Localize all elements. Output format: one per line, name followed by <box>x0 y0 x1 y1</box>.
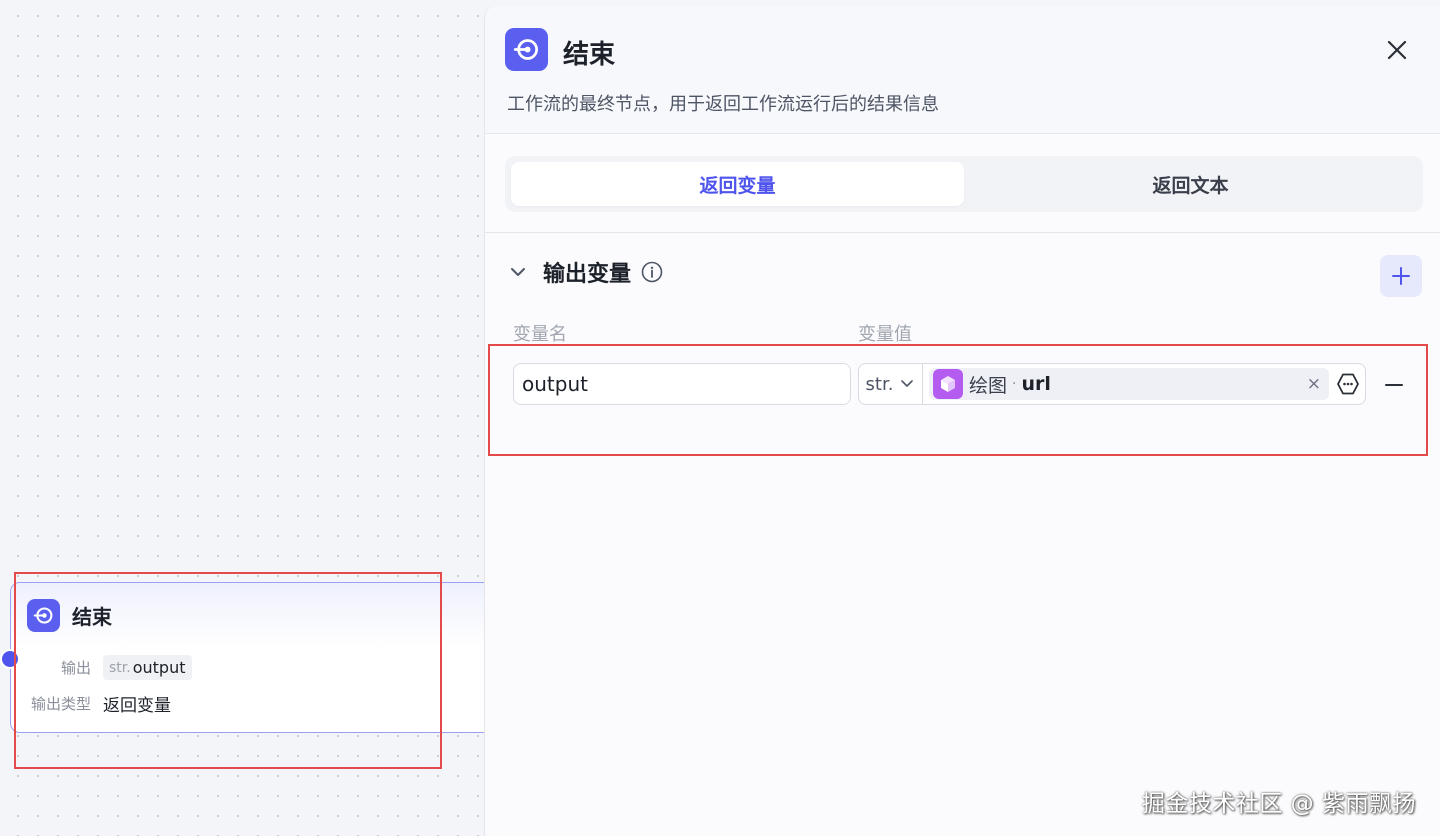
plus-icon <box>1392 267 1410 285</box>
tab-return-text[interactable]: 返回文本 <box>964 162 1417 206</box>
info-icon[interactable] <box>641 261 663 283</box>
column-header-value: 变量值 <box>858 324 912 345</box>
chevron-down-icon[interactable] <box>507 261 529 283</box>
divider <box>485 232 1440 233</box>
output-mode-tabs: 返回变量 返回文本 <box>505 156 1423 212</box>
node-settings-panel: 结束 工作流的最终节点，用于返回工作流运行后的结果信息 返回变量 返回文本 输出… <box>484 6 1440 836</box>
section-title: 输出变量 <box>543 262 632 287</box>
close-icon <box>1387 40 1407 60</box>
column-header-name: 变量名 <box>513 324 567 345</box>
output-section-header: 输出变量 <box>507 256 663 288</box>
add-variable-button[interactable] <box>1380 255 1422 297</box>
panel-header: 结束 工作流的最终节点，用于返回工作流运行后的结果信息 <box>485 6 1440 134</box>
panel-description: 工作流的最终节点，用于返回工作流运行后的结果信息 <box>507 94 939 115</box>
watermark: 掘金技术社区 @ 紫雨飘扬 <box>1141 791 1416 817</box>
tab-return-variable[interactable]: 返回变量 <box>511 162 964 206</box>
highlight-box-variable-row <box>488 344 1428 456</box>
close-button[interactable] <box>1381 34 1413 66</box>
end-node-icon <box>505 28 548 71</box>
panel-title: 结束 <box>563 40 616 70</box>
highlight-box-node <box>14 572 442 769</box>
